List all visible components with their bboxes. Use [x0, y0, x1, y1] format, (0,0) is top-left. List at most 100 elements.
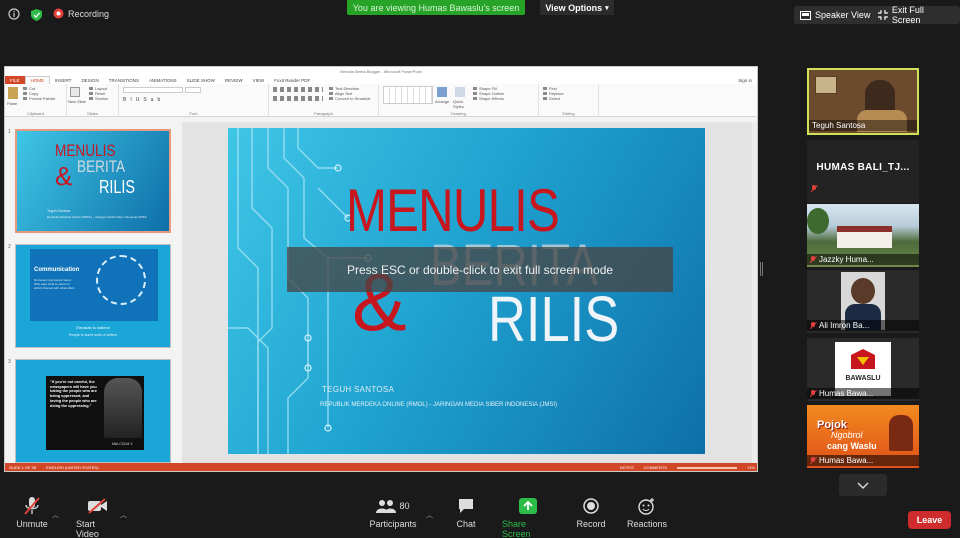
shapes-gallery[interactable]: [383, 86, 433, 104]
poster-text-3: cang Waslu: [827, 441, 877, 451]
participants-button[interactable]: 80 Participants: [369, 496, 417, 529]
zoom-slider[interactable]: [676, 466, 737, 469]
format-painter-button[interactable]: Format Painter: [23, 96, 55, 101]
ppt-ribbon: Paste Cut Copy Format Painter Clipboard …: [5, 84, 757, 117]
ppt-ribbon-tabs: FILE HOME INSERT DESIGN TRANSITIONS ANIM…: [5, 76, 757, 84]
status-comments-button[interactable]: COMMENTS: [644, 465, 667, 470]
ppt-tab-review[interactable]: REVIEW: [220, 78, 248, 83]
participant-name-label: Ali Imron Ba...: [807, 320, 919, 331]
thumb-title-2: BERITA: [77, 157, 126, 176]
ppt-tab-view[interactable]: VIEW: [248, 78, 270, 83]
section-button[interactable]: Section: [89, 96, 108, 101]
record-label: Record: [576, 519, 606, 529]
ppt-tab-transitions[interactable]: TRANSITIONS: [104, 78, 144, 83]
shape-effects-button[interactable]: Shape Effects: [473, 96, 504, 101]
arrange-icon[interactable]: [437, 87, 447, 97]
muted-mic-icon: [810, 321, 816, 330]
muted-mic-icon: [810, 389, 816, 398]
record-dot-icon: [53, 8, 64, 19]
exit-full-screen-label: Exit Full Screen: [891, 5, 924, 25]
slide-thumbnail-2[interactable]: Communication Rumusan nya hampir sama: W…: [15, 244, 171, 348]
participant-tile-5[interactable]: BAWASLU Humas Bawa...: [807, 338, 919, 401]
format-painter-label: Format Painter: [29, 96, 56, 101]
participant-tile-active-speaker[interactable]: Teguh Santosa: [807, 68, 919, 135]
participant-tile-3[interactable]: Jazzky Huma...: [807, 204, 919, 267]
participant-tile-6[interactable]: Pojok Ngobrol cang Waslu Humas Bawa...: [807, 405, 919, 468]
encryption-shield-icon[interactable]: [31, 8, 42, 26]
slide-thumbnail-1[interactable]: MENULIS BERITA & RILIS Teguh Santosa Rep…: [15, 129, 171, 233]
view-options-button[interactable]: View Options ▾: [540, 0, 614, 15]
panel-resize-handle[interactable]: [760, 262, 763, 276]
record-button[interactable]: Record: [574, 496, 608, 529]
status-language: ENGLISH (UNITED STATES): [46, 465, 99, 470]
thumb-ampersand: &: [55, 161, 73, 191]
exit-full-screen-button[interactable]: Exit Full Screen: [872, 5, 960, 25]
participant-tile-4[interactable]: Ali Imron Ba...: [807, 270, 919, 333]
meeting-info-button[interactable]: [8, 8, 20, 20]
fullscreen-hint-overlay: Press ESC or double-click to exit full s…: [287, 247, 673, 292]
fullscreen-hint-text: Press ESC or double-click to exit full s…: [346, 262, 614, 277]
new-slide-icon[interactable]: [70, 87, 80, 97]
chat-button[interactable]: Chat: [452, 496, 480, 529]
unmute-label: Unmute: [16, 519, 48, 529]
editor-scrollbar[interactable]: [752, 122, 757, 463]
slide-thumbnails-pane[interactable]: 1 MENULIS BERITA & RILIS Teguh Santosa R…: [5, 122, 181, 463]
ppt-status-bar: SLIDE 1 OF 35 ENGLISH (UNITED STATES) NO…: [5, 463, 757, 471]
wall-frame: [815, 76, 837, 94]
audio-options-caret[interactable]: ︿: [52, 510, 59, 520]
ppt-tab-file[interactable]: FILE: [5, 76, 25, 84]
convert-smartart-label: Convert to SmartArt: [335, 96, 371, 101]
viewing-screen-banner: You are viewing Humas Bawaslu's screen: [347, 0, 525, 15]
speaker-view-button[interactable]: Speaker View: [794, 6, 877, 24]
reactions-button[interactable]: Reactions: [626, 496, 668, 529]
ppt-tab-home[interactable]: HOME: [24, 76, 51, 84]
font-size-box[interactable]: [185, 87, 201, 93]
participant-name-label: Humas Bawa...: [807, 388, 919, 399]
ppt-tab-animations[interactable]: ANIMATIONS: [144, 78, 182, 83]
ppt-titlebar: Menulis Berita Blogger - Microsoft Power…: [5, 67, 757, 76]
unmute-button[interactable]: Unmute: [16, 496, 48, 529]
participant-tile-2[interactable]: HUMAS BALI_TJ...: [807, 140, 919, 203]
participants-count: 80: [399, 501, 410, 511]
recording-indicator[interactable]: Recording: [53, 8, 109, 19]
ppt-tab-insert[interactable]: INSERT: [50, 78, 76, 83]
group-label-clipboard: Clipboard: [26, 111, 45, 116]
participants-options-caret[interactable]: ︿: [426, 510, 433, 520]
align-buttons[interactable]: [273, 96, 323, 101]
chat-icon: [459, 499, 473, 513]
convert-smartart-button[interactable]: Convert to SmartArt: [329, 96, 370, 101]
meeting-controls-bar: Unmute ︿ Start Video ︿ 80 Participants ︿…: [0, 496, 960, 538]
portrait-photo: [104, 378, 142, 438]
recording-label: Recording: [68, 8, 110, 19]
group-label-slides: Slides: [87, 111, 98, 116]
video-options-caret[interactable]: ︿: [120, 510, 127, 520]
slide-thumbnail-3[interactable]: "If you're not careful, the newspapers w…: [15, 359, 171, 463]
muted-mic-icon: [810, 255, 816, 264]
ppt-signin-link[interactable]: Sign in: [733, 78, 757, 83]
start-video-label: Start Video: [76, 519, 99, 538]
tree-image: [807, 208, 829, 234]
font-name-box[interactable]: [123, 87, 183, 93]
ppt-tab-slideshow[interactable]: SLIDE SHOW: [182, 78, 220, 83]
scroll-down-button[interactable]: [839, 474, 887, 496]
thumb2-footer-2: People to some sorts of writers: [68, 333, 118, 337]
participant-name-label: Teguh Santosa: [809, 120, 917, 131]
ppt-tab-design[interactable]: DESIGN: [76, 78, 103, 83]
quick-styles-label: Quick Styles: [453, 99, 464, 109]
share-screen-button[interactable]: Share Screen: [502, 496, 554, 538]
poster-text-2: Ngobrol: [831, 430, 863, 440]
thumb2-footer-1: Emosian is indirect: [76, 325, 110, 330]
chat-label: Chat: [456, 519, 476, 529]
status-notes-button[interactable]: NOTES: [620, 465, 634, 470]
group-label-editing: Editing: [562, 111, 575, 116]
list-buttons[interactable]: [273, 87, 323, 92]
start-video-button[interactable]: Start Video: [76, 496, 120, 538]
select-button[interactable]: Select: [543, 96, 564, 101]
paste-icon[interactable]: [8, 87, 18, 99]
ppt-tab-foxit[interactable]: Foxit Reader PDF: [269, 78, 315, 83]
ribbon-group-clipboard: Paste Cut Copy Format Painter Clipboard: [5, 84, 67, 117]
font-format-buttons[interactable]: BIUSab: [123, 97, 164, 103]
paste-label: Paste: [7, 101, 18, 106]
leave-button[interactable]: Leave: [908, 511, 951, 529]
quick-styles-icon[interactable]: [455, 87, 465, 97]
